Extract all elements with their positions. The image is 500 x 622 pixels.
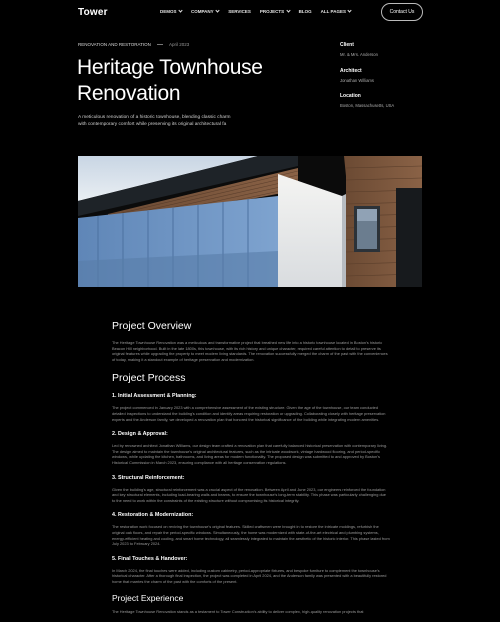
nav-label: SERVICES bbox=[228, 9, 251, 14]
step-title: 3. Structural Reinforcement: bbox=[112, 474, 185, 481]
info-label: Client bbox=[340, 42, 354, 48]
building-photo bbox=[78, 156, 422, 287]
chevron-down-icon bbox=[178, 8, 183, 13]
page-title: Heritage Townhouse Renovation bbox=[77, 56, 263, 105]
step-title: 4. Restoration & Modernization: bbox=[112, 512, 194, 519]
info-label: Architect bbox=[340, 68, 362, 74]
chevron-down-icon bbox=[347, 8, 353, 13]
nav-item-blog[interactable]: BLOG bbox=[299, 9, 312, 14]
chevron-down-icon bbox=[215, 8, 220, 13]
info-value: Mr. & Mrs. Anderson bbox=[340, 52, 378, 57]
nav-label: PROJECTS bbox=[259, 9, 285, 14]
nav-item-projects[interactable]: PROJECTS bbox=[259, 8, 291, 14]
step-title: 5. Final Touches & Handover: bbox=[112, 555, 188, 562]
site-header: Tower DEMOS COMPANY SERVICES PROJECTS BL… bbox=[0, 0, 500, 26]
nav-item-services[interactable]: SERVICES bbox=[228, 9, 251, 14]
step-text: Given the building's age, structural rei… bbox=[112, 486, 386, 503]
nav-label: BLOG bbox=[298, 9, 312, 14]
nav-label: ALL PAGES bbox=[320, 9, 346, 14]
project-category[interactable]: RENOVATION AND RESTORATION bbox=[78, 42, 151, 47]
project-image bbox=[78, 156, 422, 287]
nav-label: DEMOS bbox=[160, 9, 177, 14]
info-architect: Architect Jonathan Williams bbox=[340, 68, 430, 83]
info-location: Location Boston, Massachusetts, USA bbox=[340, 93, 430, 108]
overview-text: The Heritage Townhouse Renovation was a … bbox=[112, 340, 388, 362]
project-meta: RENOVATION AND RESTORATION April 2023 bbox=[78, 42, 189, 47]
nav-label: COMPANY bbox=[191, 9, 214, 14]
step-text: Led by renowned architect Jonathan Willi… bbox=[112, 443, 388, 465]
logo[interactable]: Tower bbox=[78, 7, 108, 18]
experience-heading: Project Experience bbox=[112, 593, 184, 604]
chevron-down-icon bbox=[286, 8, 291, 13]
info-value: Jonathan Williams bbox=[340, 78, 374, 83]
main-nav: DEMOS COMPANY SERVICES PROJECTS BLOG ALL… bbox=[160, 8, 353, 14]
meta-divider bbox=[156, 44, 163, 45]
nav-item-company[interactable]: COMPANY bbox=[191, 8, 220, 14]
step-text: The project commenced in January 2023 wi… bbox=[112, 405, 386, 422]
step-title: 2. Design & Approval: bbox=[112, 431, 168, 438]
step-text: In March 2024, the final touches were ad… bbox=[112, 567, 387, 584]
nav-item-all-pages[interactable]: ALL PAGES bbox=[320, 8, 353, 14]
step-title: 1. Initial Assessment & Planning: bbox=[112, 393, 197, 400]
step-text: The restoration work focused on reviving… bbox=[112, 524, 390, 547]
nav-item-demos[interactable]: DEMOS bbox=[160, 8, 183, 14]
overview-heading: Project Overview bbox=[112, 320, 192, 332]
info-label: Location bbox=[340, 93, 361, 99]
experience-text: The Heritage Townhouse Renovation stands… bbox=[112, 609, 364, 615]
info-value: Boston, Massachusetts, USA bbox=[340, 103, 395, 108]
contact-button[interactable]: Contact Us bbox=[381, 3, 423, 21]
info-client: Client Mr. & Mrs. Anderson bbox=[340, 42, 430, 57]
project-date: April 2023 bbox=[168, 42, 190, 47]
page-subtitle: A meticulous renovation of a historic to… bbox=[78, 115, 231, 127]
project-content: Project Overview The Heritage Townhouse … bbox=[112, 320, 390, 615]
process-heading: Project Process bbox=[112, 372, 186, 385]
